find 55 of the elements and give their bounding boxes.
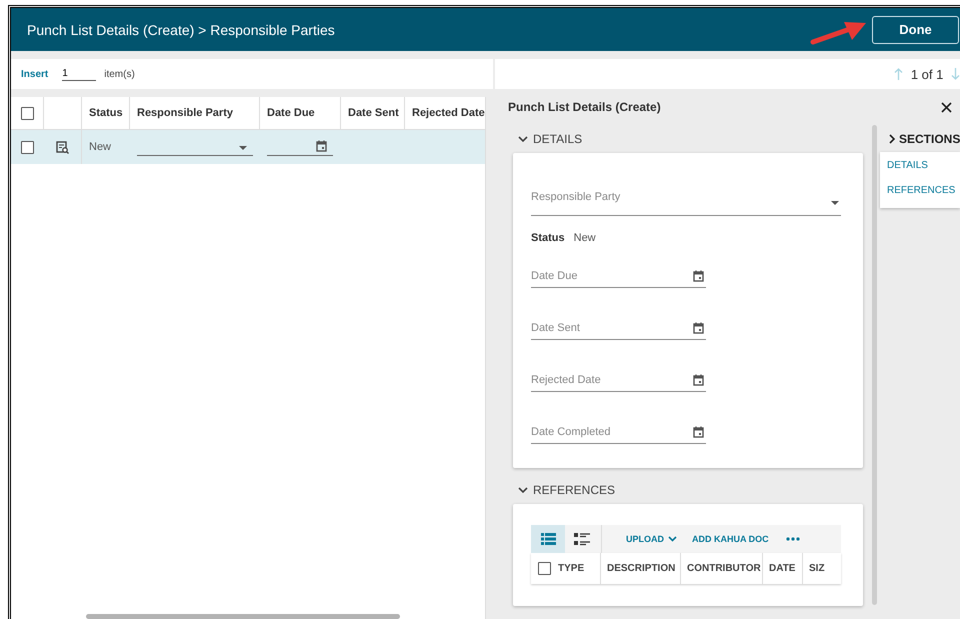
section-heading[interactable]: REFERENCES: [533, 483, 616, 497]
count-field[interactable]: 1: [62, 67, 96, 81]
window-title: Punch List Details (Create) > Responsible Parties: [27, 22, 335, 38]
date-field[interactable]: Date Sent: [531, 322, 706, 340]
done-button[interactable]: Done: [872, 16, 959, 44]
chevron-icon[interactable]: [518, 485, 528, 495]
column-header[interactable]: CONTRIBUTOR: [681, 553, 763, 584]
items-label: item(s): [104, 68, 135, 80]
table-cell-text: New: [88, 140, 112, 155]
annotation-arrow: [810, 20, 868, 46]
action-button[interactable]: UPLOAD: [626, 534, 677, 544]
column-header[interactable]: Responsible Party: [130, 97, 260, 129]
status-label: Status: [531, 232, 565, 244]
section-heading[interactable]: DETAILS: [533, 132, 582, 146]
insert-link[interactable]: Insert: [21, 68, 48, 80]
calendar-icon[interactable]: [316, 140, 327, 152]
action-button[interactable]: ADD KAHUA DOC: [692, 534, 769, 544]
chevron-down-icon[interactable]: [668, 536, 677, 542]
checkbox[interactable]: [20, 106, 34, 120]
table-row[interactable]: New: [11, 130, 485, 164]
column-header[interactable]: DESCRIPTION: [601, 553, 681, 584]
sections-heading[interactable]: SECTIONS: [899, 132, 960, 146]
calendar-icon[interactable]: [693, 426, 704, 438]
date-field[interactable]: Date Completed: [531, 426, 706, 444]
column-header[interactable]: Status: [82, 97, 130, 129]
column-header[interactable]: TYPE: [551, 553, 601, 584]
pager-label: 1 of 1: [910, 66, 944, 82]
checkbox[interactable]: [21, 140, 34, 154]
column-header[interactable]: Date Sent: [341, 97, 405, 129]
more-icon[interactable]: [786, 537, 800, 541]
party-select[interactable]: Responsible Party: [531, 191, 841, 216]
scrollbar[interactable]: [872, 125, 877, 605]
section-link[interactable]: REFERENCES: [880, 179, 960, 204]
close-icon[interactable]: [941, 102, 952, 112]
panel-title: Punch List Details (Create): [508, 100, 661, 114]
calendar-icon[interactable]: [693, 374, 704, 386]
column-header[interactable]: DATE: [763, 553, 803, 584]
date-field[interactable]: [267, 138, 333, 156]
list-icon: [540, 533, 556, 545]
date-field[interactable]: Date Due: [531, 270, 706, 288]
detail-list-icon: [574, 532, 590, 546]
details-icon[interactable]: [56, 140, 69, 154]
calendar-icon[interactable]: [693, 322, 704, 334]
list-view-button[interactable]: [531, 525, 565, 553]
date-field[interactable]: Rejected Date: [531, 374, 706, 392]
checkbox[interactable]: [538, 562, 551, 575]
scrollbar[interactable]: [86, 614, 400, 619]
column-header[interactable]: SIZ: [803, 553, 835, 584]
chevron-icon[interactable]: [518, 134, 528, 144]
calendar-icon[interactable]: [693, 270, 704, 282]
status-value: New: [574, 232, 596, 244]
column-header[interactable]: Rejected Date: [405, 97, 486, 129]
section-link[interactable]: DETAILS: [880, 154, 960, 179]
chevron-icon[interactable]: [888, 134, 896, 144]
column-header[interactable]: Date Due: [260, 97, 341, 129]
